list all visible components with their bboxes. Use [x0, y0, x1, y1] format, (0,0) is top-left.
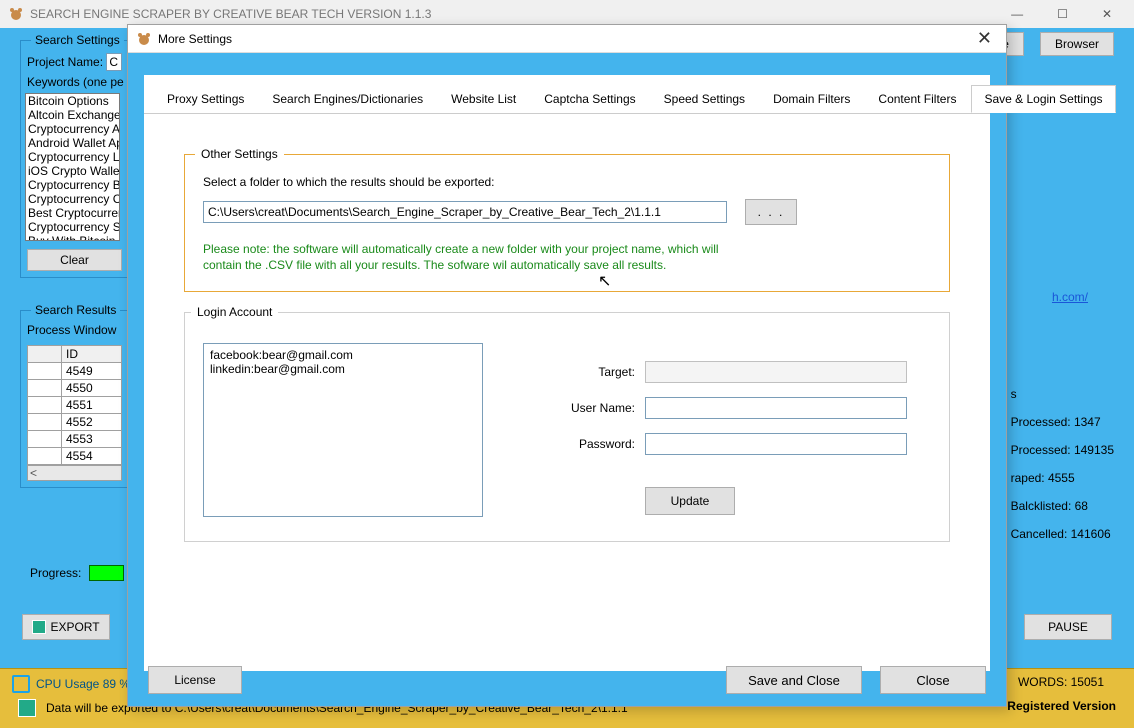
target-field	[645, 361, 907, 383]
export-button[interactable]: EXPORT	[22, 614, 110, 640]
project-name-label: Project Name:	[27, 55, 103, 69]
more-settings-dialog: More Settings ✕ Proxy Settings Search En…	[127, 24, 1007, 707]
id-table: ID 4549 4550 4551 4552 4553 4554	[27, 345, 122, 465]
status-line: raped: 4555	[1011, 464, 1114, 492]
password-input[interactable]	[645, 433, 907, 455]
project-name-input[interactable]	[106, 53, 122, 71]
progress-label: Progress:	[30, 566, 81, 580]
bear-icon	[136, 31, 152, 47]
search-results-legend: Search Results	[31, 303, 120, 317]
list-item[interactable]: iOS Crypto Wallet	[26, 164, 119, 178]
modal-close-icon[interactable]: ✕	[971, 28, 998, 49]
search-settings-panel: Search Settings Project Name: Keywords (…	[20, 40, 135, 278]
bear-icon	[8, 6, 24, 22]
keywords-list[interactable]: Bitcoin Options Altcoin Exchange Cryptoc…	[25, 93, 120, 241]
table-row[interactable]: 4553	[62, 431, 122, 448]
username-input[interactable]	[645, 397, 907, 419]
tab-speed-settings[interactable]: Speed Settings	[651, 85, 758, 113]
list-item[interactable]: linkedin:bear@gmail.com	[210, 362, 476, 376]
pause-button[interactable]: PAUSE	[1024, 614, 1112, 640]
login-account-group: Login Account facebook:bear@gmail.com li…	[184, 312, 950, 542]
other-settings-group: Other Settings Select a folder to which …	[184, 154, 950, 292]
table-row[interactable]: 4549	[62, 363, 122, 380]
modal-titlebar: More Settings ✕	[128, 25, 1006, 53]
status-panel: s Processed: 1347 Processed: 149135 rape…	[1011, 380, 1114, 548]
table-row[interactable]: 4551	[62, 397, 122, 414]
list-item[interactable]: Cryptocurrency Bl	[26, 178, 119, 192]
list-item[interactable]: Cryptocurrency St	[26, 220, 119, 234]
export-note: Please note: the software will automatic…	[203, 241, 743, 273]
keywords-label: Keywords (one pe	[27, 75, 128, 89]
status-line: Balcklisted: 68	[1011, 492, 1114, 520]
browse-folder-button[interactable]: . . .	[745, 199, 797, 225]
table-row[interactable]: 4552	[62, 414, 122, 431]
list-item[interactable]: Altcoin Exchange	[26, 108, 119, 122]
tab-content-filters[interactable]: Content Filters	[865, 85, 969, 113]
username-label: User Name:	[563, 401, 635, 415]
list-item[interactable]: Cryptocurrency Ch	[26, 192, 119, 206]
export-folder-hint: Select a folder to which the results sho…	[203, 175, 931, 189]
tab-captcha-settings[interactable]: Captcha Settings	[531, 85, 648, 113]
browser-button[interactable]: Browser	[1040, 32, 1114, 56]
other-settings-legend: Other Settings	[195, 147, 284, 161]
login-accounts-list[interactable]: facebook:bear@gmail.com linkedin:bear@gm…	[203, 343, 483, 517]
list-item[interactable]: facebook:bear@gmail.com	[210, 348, 476, 362]
excel-icon	[32, 620, 46, 634]
minimize-icon[interactable]: —	[1003, 5, 1031, 23]
list-item[interactable]: Cryptocurrency Le	[26, 150, 119, 164]
status-line: Cancelled: 141606	[1011, 520, 1114, 548]
cpu-usage: CPU Usage 89 %	[12, 675, 130, 693]
password-label: Password:	[563, 437, 635, 451]
status-line: Processed: 149135	[1011, 436, 1114, 464]
registered-version: Registered Version	[1007, 699, 1116, 713]
target-label: Target:	[563, 365, 635, 379]
table-row[interactable]: 4550	[62, 380, 122, 397]
license-button[interactable]: License	[148, 666, 242, 694]
maximize-icon[interactable]: ☐	[1049, 5, 1076, 23]
tab-website-list[interactable]: Website List	[438, 85, 529, 113]
id-header: ID	[62, 346, 122, 363]
tab-save-login-settings[interactable]: Save & Login Settings	[971, 85, 1115, 113]
search-settings-legend: Search Settings	[31, 33, 124, 47]
clear-button[interactable]: Clear	[27, 249, 122, 271]
settings-tabs: Proxy Settings Search Engines/Dictionari…	[144, 75, 990, 114]
list-item[interactable]: Cryptocurrency Ac	[26, 122, 119, 136]
list-item[interactable]: Buy With Bitcoin	[26, 234, 119, 241]
table-row[interactable]: 4554	[62, 448, 122, 465]
export-folder-input[interactable]	[203, 201, 727, 223]
cpu-chip-icon	[12, 675, 30, 693]
search-results-panel: Search Results Process Window ID 4549 45…	[20, 310, 135, 488]
words-count: WORDS: 15051	[1018, 675, 1104, 689]
login-account-legend: Login Account	[191, 305, 278, 319]
close-button[interactable]: Close	[880, 666, 986, 694]
tab-search-engines[interactable]: Search Engines/Dictionaries	[259, 85, 436, 113]
modal-title: More Settings	[158, 32, 971, 46]
close-icon[interactable]: ✕	[1094, 5, 1120, 23]
tab-domain-filters[interactable]: Domain Filters	[760, 85, 863, 113]
excel-icon	[18, 699, 36, 717]
horizontal-scrollbar[interactable]: <	[27, 465, 122, 481]
tab-proxy-settings[interactable]: Proxy Settings	[154, 85, 257, 113]
status-line: Processed: 1347	[1011, 408, 1114, 436]
main-window-title: SEARCH ENGINE SCRAPER BY CREATIVE BEAR T…	[30, 7, 1003, 21]
list-item[interactable]: Android Wallet Ap	[26, 136, 119, 150]
status-line: s	[1011, 380, 1114, 408]
website-link[interactable]: h.com/	[1052, 290, 1088, 304]
progress-bar	[89, 565, 124, 581]
scroll-left-icon[interactable]: <	[30, 466, 37, 480]
list-item[interactable]: Best Cryptocurren	[26, 206, 119, 220]
process-window-label: Process Window	[27, 323, 128, 337]
update-button[interactable]: Update	[645, 487, 735, 515]
save-and-close-button[interactable]: Save and Close	[726, 666, 862, 694]
list-item[interactable]: Bitcoin Options	[26, 94, 119, 108]
